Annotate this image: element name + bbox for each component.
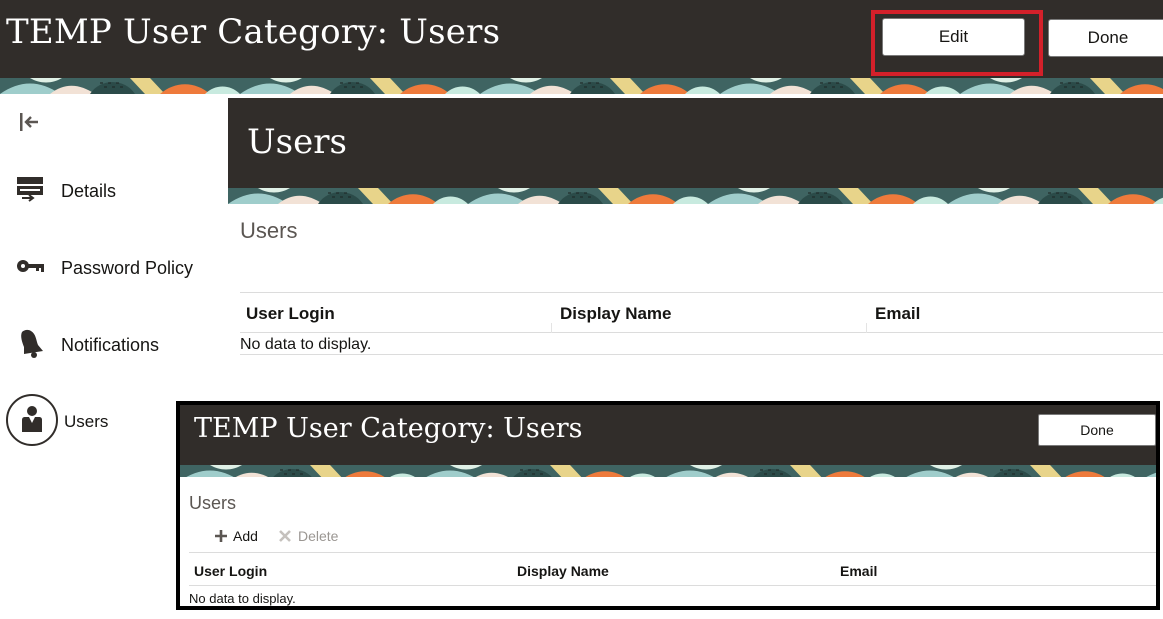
collapse-sidebar-icon[interactable] [18,110,42,134]
user-icon [22,406,42,432]
sidebar-item-label: Notifications [61,335,160,355]
sidebar-item-password-policy[interactable]: Password Policy [0,245,225,295]
inset-users-heading: Users [189,493,237,513]
inset-empty-message: No data to display. [189,591,296,606]
column-divider [551,323,552,333]
empty-message: No data to display. [240,336,372,353]
add-label: Add [233,528,258,544]
selected-indicator [6,394,58,446]
inset-column-header-email[interactable]: Email [840,563,877,579]
header-pattern-strip [0,78,1163,94]
sidebar-item-label: Users [64,412,109,431]
inset-column-header-display-name[interactable]: Display Name [517,563,609,579]
users-table-header: User Login Display Name Email [240,292,1163,333]
done-button[interactable]: Done [1048,19,1163,57]
inset-table-header: User Login Display Name Email [189,552,1156,586]
delete-label: Delete [298,528,339,544]
table-empty-row: No data to display. [240,333,1163,355]
inset-done-button[interactable]: Done [1038,414,1156,446]
sidebar-item-label: Details [61,181,117,201]
users-panel-heading: Users [240,218,298,243]
sidebar-item-notifications[interactable]: Notifications [0,322,225,372]
edit-button-highlight [871,10,1043,76]
column-header-email[interactable]: Email [875,304,920,324]
details-icon [17,177,43,202]
section-title: Users [247,122,347,162]
section-banner: Users [228,98,1163,204]
inset-page-title: TEMP User Category: Users [194,413,583,444]
column-header-display-name[interactable]: Display Name [560,304,672,324]
inset-pattern-strip [180,465,1156,477]
delete-x-icon [279,530,291,542]
inset-header: TEMP User Category: Users [180,405,1156,477]
plus-icon [215,530,227,542]
delete-button[interactable]: Delete [278,527,338,547]
page-title: TEMP User Category: Users [6,12,501,52]
column-header-user-login[interactable]: User Login [246,304,335,324]
sidebar-item-label: Password Policy [61,258,194,278]
add-button[interactable]: Add [214,527,258,547]
bell-icon [21,329,43,358]
inset-column-header-user-login[interactable]: User Login [194,563,267,579]
sidebar-item-details[interactable]: Details [0,168,225,218]
key-icon [17,260,44,272]
inset-screenshot: TEMP User Category: Users Done Users Add… [176,401,1160,610]
column-divider [866,323,867,333]
section-pattern-strip [228,188,1163,204]
